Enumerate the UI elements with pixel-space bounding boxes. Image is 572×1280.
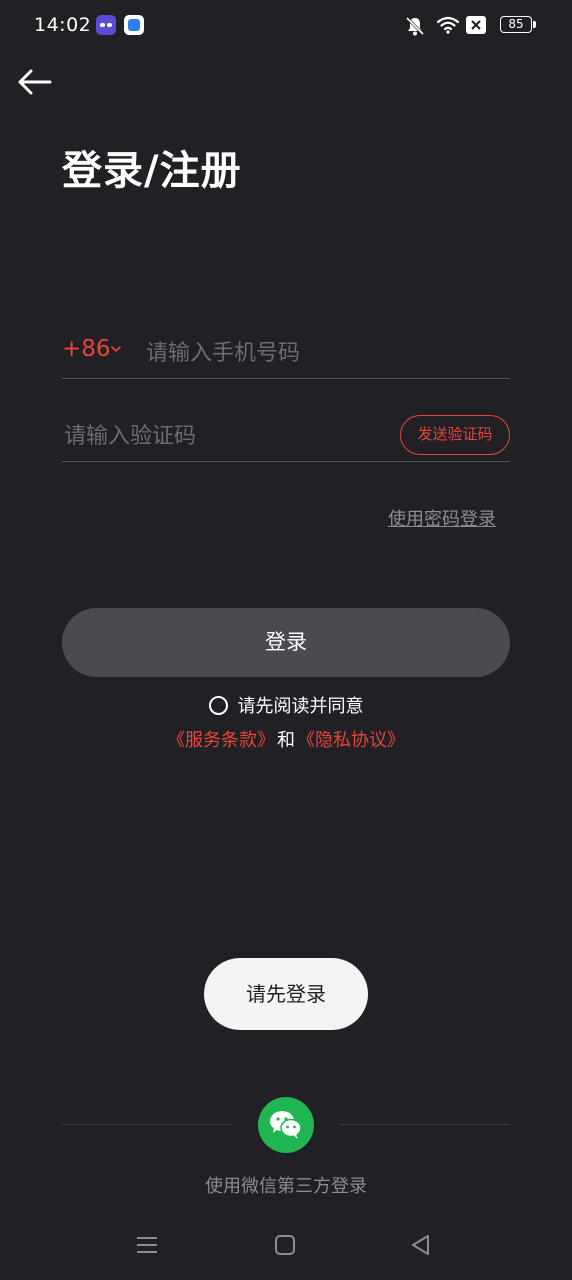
- password-login-link[interactable]: 使用密码登录: [388, 505, 496, 531]
- phone-row: +86: [62, 324, 510, 379]
- privacy-policy-link[interactable]: 《隐私协议》: [297, 730, 405, 751]
- wechat-login-label: 使用微信第三方登录: [205, 1176, 367, 1197]
- terms-row: 《服务条款》和《隐私协议》: [0, 726, 572, 752]
- status-bar: 14:02 85: [0, 0, 572, 52]
- verification-code-input[interactable]: [62, 417, 386, 455]
- divider-right: [340, 1124, 510, 1125]
- phone-input[interactable]: [144, 334, 508, 372]
- wechat-icon: [270, 1111, 302, 1139]
- system-nav-bar: [0, 1220, 572, 1280]
- send-code-button[interactable]: 发送验证码: [400, 415, 510, 455]
- login-screen: 14:02 85 登录/注册 +86 请输入手机号码 请输入验证码 发送验证码 …: [0, 0, 572, 1280]
- app-icon-1: [96, 15, 116, 35]
- login-button[interactable]: 登录: [62, 608, 510, 677]
- wechat-login-button[interactable]: [258, 1097, 314, 1153]
- notification-icon: [466, 16, 486, 34]
- chevron-down-icon[interactable]: [110, 344, 122, 354]
- back-arrow-icon: [18, 69, 52, 95]
- status-time: 14:02: [34, 14, 92, 36]
- mute-icon: [405, 16, 425, 36]
- divider-left: [62, 1124, 232, 1125]
- back-triangle-icon[interactable]: [406, 1232, 436, 1258]
- terms-of-service-link[interactable]: 《服务条款》: [167, 730, 275, 751]
- wifi-icon: [436, 16, 460, 34]
- home-icon[interactable]: [270, 1232, 300, 1258]
- terms-and-text: 和: [277, 730, 295, 751]
- back-button[interactable]: [16, 64, 56, 100]
- country-code-selector[interactable]: +86: [62, 336, 111, 362]
- battery-icon: 85: [500, 16, 532, 33]
- toast-message: 请先登录: [204, 958, 368, 1030]
- battery-tip: [533, 21, 536, 28]
- agree-radio[interactable]: [208, 695, 228, 715]
- agreement-row: 请先阅读并同意: [0, 692, 572, 718]
- app-icon-2: [124, 15, 144, 35]
- agree-prompt: 请先阅读并同意: [237, 696, 364, 717]
- menu-icon[interactable]: [132, 1232, 162, 1258]
- code-row: 发送验证码: [62, 408, 510, 462]
- page-title: 登录/注册: [62, 148, 242, 194]
